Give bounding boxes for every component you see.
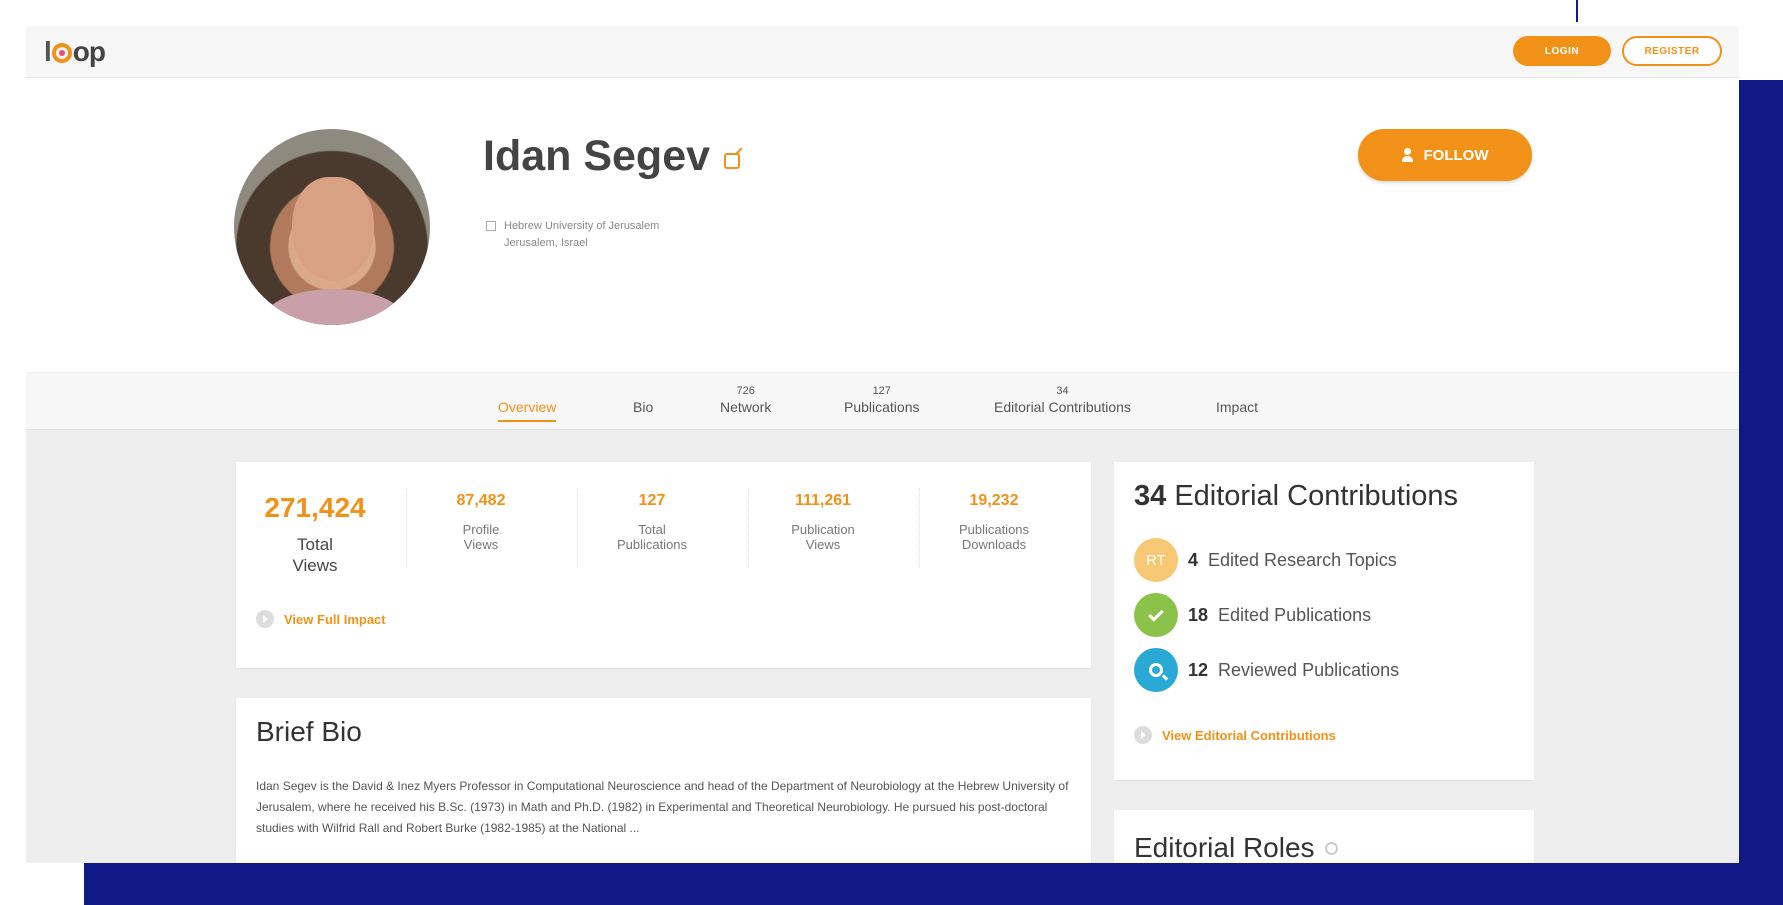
stat-value: 127	[638, 492, 666, 509]
stat-total-views: 271,424 Total Views	[260, 492, 370, 576]
editorial-contributions-title: 34 Editorial Contributions	[1134, 480, 1459, 512]
row-label: Edited Research Topics	[1208, 549, 1397, 570]
check-icon	[1148, 605, 1164, 622]
stat-divider	[577, 488, 578, 568]
circle-arrow-icon	[1134, 726, 1152, 744]
stat-profile-views: 87,482 Profile Views	[426, 492, 536, 552]
location: Jerusalem, Israel	[504, 237, 588, 249]
tab-network[interactable]: 726 Network	[720, 385, 771, 415]
avatar-face	[292, 177, 374, 281]
stat-value: 19,232	[969, 492, 1019, 509]
stats-card: 271,424 Total Views 87,482 Profile Views 1…	[236, 462, 1091, 668]
row-count: 4	[1188, 549, 1199, 570]
row-label: Edited Publications	[1218, 604, 1372, 625]
stat-total-publications: 127 Total Publications	[597, 492, 707, 552]
research-topic-badge: RT	[1134, 538, 1178, 582]
tab-count	[498, 385, 556, 399]
edited-research-topics-row[interactable]: RT 4 Edited Research Topics	[1134, 538, 1397, 582]
review-badge-icon	[1134, 648, 1178, 692]
tab-editorial-contributions[interactable]: 34 Editorial Contributions	[994, 385, 1131, 415]
editorial-roles-card: Editorial Roles	[1114, 810, 1534, 863]
follow-button[interactable]: FOLLOW	[1358, 129, 1532, 181]
stat-label: Publication Views	[791, 522, 855, 552]
tab-label: Overview	[498, 399, 557, 422]
stat-label: Profile Views	[462, 522, 500, 552]
stat-label: Total Publications	[616, 522, 688, 552]
logo-text-right: op	[72, 36, 106, 67]
tab-label: Impact	[1216, 399, 1259, 415]
row-count: 18	[1188, 604, 1209, 625]
stat-value: 87,482	[456, 492, 506, 509]
editorial-contributions-card: 34 Editorial Contributions RT 4 Edited R…	[1114, 462, 1534, 780]
tab-label: Editorial Contributions	[994, 399, 1131, 415]
view-editorial-contributions-link[interactable]: View Editorial Contributions	[1134, 726, 1336, 744]
avatar	[234, 129, 430, 325]
brief-bio-title: Brief Bio	[256, 716, 362, 747]
follow-label: FOLLOW	[1423, 146, 1489, 164]
institution-name[interactable]: Hebrew University of Jerusalem	[504, 220, 659, 232]
stat-value: 111,261	[794, 492, 852, 509]
stat-value: 271,424	[264, 492, 366, 523]
check-badge-icon	[1134, 593, 1178, 637]
tab-publications[interactable]: 127 Publications	[844, 385, 920, 415]
circle-arrow-icon	[256, 610, 274, 628]
top-navbar: l op LOGIN REGISTER	[26, 26, 1739, 78]
tab-overview[interactable]: Overview	[498, 385, 557, 422]
stat-divider	[748, 488, 749, 568]
tab-count: 726	[736, 385, 755, 397]
presentation-stage: l op LOGIN REGISTER Idan Segev Hebrew Uni…	[0, 0, 1783, 905]
profile-name: Idan Segev	[483, 132, 741, 181]
user-plus-icon	[1401, 148, 1416, 162]
tab-impact[interactable]: Impact	[1216, 385, 1258, 415]
stat-divider	[919, 488, 920, 568]
institution-icon	[486, 221, 496, 232]
tab-count: 127	[872, 385, 891, 397]
tab-count	[633, 385, 653, 399]
logo-text-left: l	[44, 36, 52, 67]
stat-publication-downloads: 19,232 Publications Downloads	[939, 492, 1049, 552]
editorial-roles-title: Editorial Roles	[1134, 832, 1338, 863]
decorative-line	[1576, 0, 1578, 22]
share-icon[interactable]	[724, 152, 741, 169]
tab-label: Publications	[844, 399, 920, 415]
edited-publications-row[interactable]: 18 Edited Publications	[1134, 593, 1371, 637]
profile-tabs: Overview Bio 726 Network 127 Publication…	[26, 372, 1739, 430]
row-count: 12	[1188, 659, 1209, 680]
tab-count	[1216, 385, 1258, 399]
brief-bio-card: Brief Bio Idan Segev is the David & Inez…	[236, 698, 1091, 863]
magnifier-icon	[1149, 663, 1163, 677]
avatar-shirt	[264, 289, 404, 325]
stat-publication-views: 111,261 Publication Views	[768, 492, 878, 552]
browser-screenshot: l op LOGIN REGISTER Idan Segev Hebrew Uni…	[26, 26, 1739, 863]
affiliation: Hebrew University of Jerusalem Jerusalem…	[486, 218, 659, 252]
logo-ring-icon	[51, 43, 72, 63]
stat-label: Publications Downloads	[958, 522, 1030, 552]
profile-header: Idan Segev Hebrew University of Jerusale…	[26, 78, 1739, 372]
brief-bio-text: Idan Segev is the David & Inez Myers Pro…	[256, 779, 1069, 835]
row-label: Reviewed Publications	[1218, 659, 1400, 680]
loop-logo[interactable]: l op	[44, 36, 106, 68]
tab-count: 34	[1056, 385, 1069, 397]
register-button[interactable]: REGISTER	[1622, 36, 1722, 66]
stat-divider	[406, 488, 407, 568]
view-editorial-contributions-label: View Editorial Contributions	[1162, 727, 1336, 743]
tab-label: Bio	[633, 399, 654, 415]
reviewed-publications-row[interactable]: 12 Reviewed Publications	[1134, 648, 1399, 692]
view-full-impact-label: View Full Impact	[284, 611, 386, 627]
profile-name-text: Idan Segev	[483, 132, 711, 180]
stat-label: Total Views	[292, 535, 338, 575]
view-full-impact-link[interactable]: View Full Impact	[256, 610, 386, 628]
tab-bio[interactable]: Bio	[633, 385, 653, 415]
login-button[interactable]: LOGIN	[1513, 36, 1611, 66]
info-icon[interactable]	[1324, 841, 1338, 855]
tab-label: Network	[720, 399, 772, 415]
